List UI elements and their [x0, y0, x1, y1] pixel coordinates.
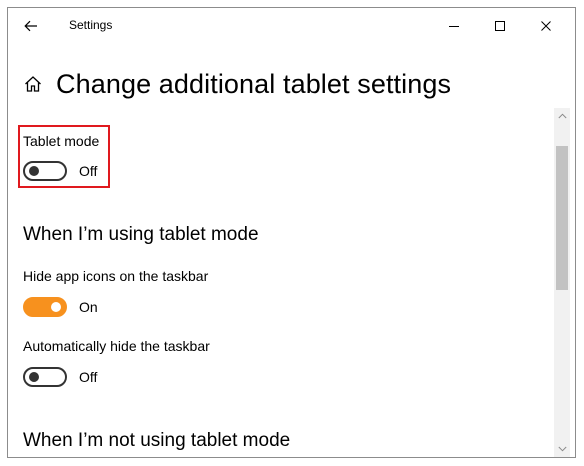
scroll-thumb[interactable] [556, 146, 568, 290]
auto-hide-taskbar-toggle[interactable] [23, 367, 67, 387]
scroll-down-button[interactable] [554, 441, 570, 457]
toggle-knob [29, 166, 39, 176]
settings-window: Settings Change additional tablet settin… [7, 7, 576, 458]
tablet-mode-label: Tablet mode [23, 133, 100, 149]
auto-hide-taskbar-label: Automatically hide the taskbar [23, 338, 210, 354]
maximize-icon [495, 21, 505, 31]
hide-app-icons-label: Hide app icons on the taskbar [23, 268, 209, 284]
tablet-mode-state: Off [79, 163, 98, 179]
back-arrow-icon [24, 20, 37, 32]
toggle-knob [29, 372, 39, 382]
toggle-knob [51, 302, 61, 312]
hide-app-icons-state: On [79, 299, 98, 315]
vertical-scrollbar[interactable] [554, 108, 570, 457]
using-tablet-heading: When I’m using tablet mode [23, 224, 259, 245]
page-title: Change additional tablet settings [56, 68, 452, 99]
settings-content: Tablet mode Off When I’m using tablet mo… [8, 108, 554, 457]
minimize-icon [449, 26, 459, 27]
chevron-up-icon [557, 113, 567, 119]
minimize-button[interactable] [431, 8, 477, 44]
close-icon [541, 21, 551, 31]
chevron-down-icon [557, 446, 567, 452]
not-using-tablet-heading: When I’m not using tablet mode [23, 430, 291, 451]
home-icon[interactable] [22, 73, 44, 95]
close-button[interactable] [523, 8, 569, 44]
auto-hide-taskbar-state: Off [79, 369, 98, 385]
maximize-button[interactable] [477, 8, 523, 44]
title-bar: Settings [8, 8, 575, 44]
page-header: Change additional tablet settings [22, 64, 451, 104]
tablet-mode-toggle[interactable] [23, 161, 67, 181]
auto-hide-taskbar-toggle-row[interactable]: Off [23, 367, 97, 387]
app-title: Settings [69, 18, 113, 32]
back-button[interactable] [18, 14, 44, 38]
scroll-up-button[interactable] [554, 108, 570, 124]
tablet-mode-toggle-row[interactable]: Off [23, 161, 97, 181]
hide-app-icons-toggle-row[interactable]: On [23, 297, 98, 317]
hide-app-icons-toggle[interactable] [23, 297, 67, 317]
